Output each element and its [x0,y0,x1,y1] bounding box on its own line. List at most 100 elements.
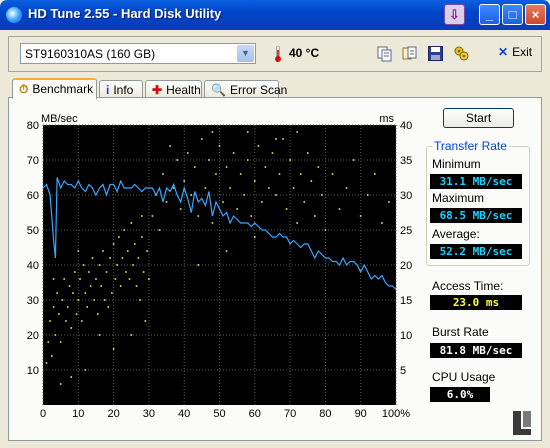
access-time-point [211,222,214,224]
y2-tick-label: 10 [400,330,412,342]
tab-benchmark[interactable]: ⏱ Benchmark [12,78,97,99]
y-tick-label: 40 [27,260,39,272]
access-time-point [388,201,390,203]
access-time-point [225,166,228,168]
access-time-point [98,334,101,336]
x-tick-label: 60 [249,408,261,420]
access-time-point [218,145,221,147]
access-time-point [84,292,87,294]
stopwatch-icon: ⏱ [19,82,29,96]
access-time-point [86,306,88,308]
access-time-point [359,215,362,217]
y-tick-label: 50 [27,225,39,237]
y-axis-label: MB/sec [41,113,78,125]
access-time-point [59,341,62,343]
x-tick-label: 80 [319,408,331,420]
average-label: Average: [432,227,480,241]
y-tick-label: 20 [27,330,39,342]
access-time-point [49,320,51,322]
access-time-point [70,376,73,378]
tab-label: Benchmark [32,82,94,96]
access-time-point [96,313,99,315]
access-time-point [324,229,327,231]
access-time-point [158,229,161,231]
access-time-point [314,215,316,217]
access-time-point [303,201,306,203]
y2-tick-label: 20 [400,260,412,272]
access-time-point [142,271,145,273]
access-time-point [98,264,101,266]
access-time-point [135,285,138,287]
access-time-point [93,299,95,301]
access-time-point [114,278,117,280]
access-time-point [141,215,143,217]
access-time-point [257,145,260,147]
access-time-point [119,285,122,287]
access-time-point [137,257,140,259]
access-time-point [193,166,196,168]
access-time-point [139,299,141,301]
access-time-point [63,278,65,280]
access-time-point [296,131,298,133]
access-time-point [68,285,71,287]
cpu-usage-value: 6.0% [430,387,490,402]
access-time-point [197,264,200,266]
access-time-point [201,138,203,140]
access-time-point [130,334,133,336]
x-tick-label: 0 [40,408,46,420]
y-tick-label: 30 [27,295,39,307]
access-time-point [165,201,168,203]
access-time-point [65,320,67,322]
access-time-point [275,138,277,140]
access-time-point [56,292,58,294]
access-time-point [186,152,189,154]
access-time-point [310,180,313,182]
access-time-point [282,138,284,140]
access-time-point [103,299,106,301]
x-tick-label: 20 [107,408,119,420]
access-time-point [105,271,108,273]
access-time-point [162,173,164,175]
access-time-point [123,229,125,231]
y2-tick-label: 30 [400,190,412,202]
access-time-point [52,306,55,308]
minimum-label: Minimum [432,157,481,171]
x-tick-label: 50 [213,408,225,420]
y-tick-label: 80 [27,120,39,132]
access-time-point [211,131,214,133]
access-time-value: 23.0 ms [430,295,522,310]
burst-rate-label: Burst Rate [432,325,489,339]
access-time-point [183,180,185,182]
access-time-point [285,208,288,210]
access-time-point [254,236,256,238]
y2-tick-label: 25 [400,225,412,237]
access-time-point [47,341,50,343]
access-time-point [109,257,111,259]
access-time-point [190,194,193,196]
access-time-point [197,215,200,217]
access-time-point [58,313,60,315]
access-time-point [100,285,103,287]
y-tick-label: 70 [27,155,39,167]
access-time-point [73,271,76,273]
x-tick-label: 70 [284,408,296,420]
access-time-point [88,271,90,273]
access-time-point [317,166,320,168]
x-tick-label: 100% [382,408,410,420]
y2-tick-label: 40 [400,120,412,132]
x-tick-label: 90 [355,408,367,420]
access-time-point [125,271,127,273]
access-time-point [306,152,309,154]
access-time-point [112,348,115,350]
access-time-point [148,278,150,280]
y2-tick-label: 15 [400,295,412,307]
access-time-point [77,299,80,301]
access-time-point [292,187,295,189]
access-time-point [246,159,249,161]
access-time-point [82,264,85,266]
access-time-point [338,208,341,210]
start-button[interactable]: Start [443,108,514,128]
access-time-point [179,208,182,210]
access-time-point [79,278,81,280]
access-time-point [296,222,298,224]
